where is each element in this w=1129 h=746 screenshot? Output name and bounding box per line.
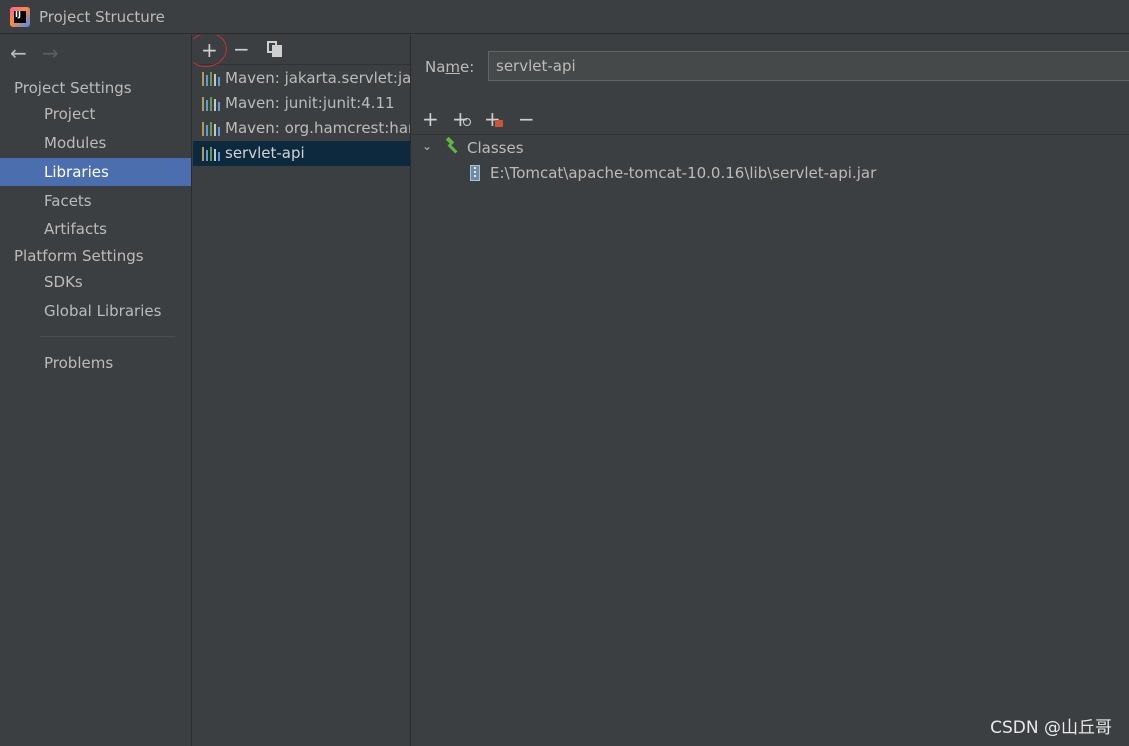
library-item-label: Maven: junit:junit:4.11 [225,94,395,112]
library-item-selected[interactable]: servlet-api [193,141,410,166]
add-root-button[interactable]: + [422,108,439,130]
settings-sidebar: ← → Project Settings Project Modules Lib… [0,35,192,746]
hammer-icon [445,137,458,154]
add-other-button[interactable]: + [484,108,503,130]
libraries-toolbar: + − [193,35,410,71]
library-item[interactable]: Maven: junit:junit:4.11 [193,91,410,116]
sidebar-item-modules[interactable]: Modules [0,129,191,157]
sidebar-divider [40,336,175,337]
library-item-label: servlet-api [225,144,305,162]
jar-file-icon [470,165,480,181]
attach-file-icon [463,118,471,126]
platform-settings-header: Platform Settings [14,247,144,265]
name-label: Name: [425,58,475,76]
sidebar-item-sdks[interactable]: SDKs [0,268,191,296]
library-icon [202,147,220,161]
back-arrow-icon[interactable]: ← [10,41,27,65]
watermark: CSDN @山丘哥 [990,718,1112,738]
library-item[interactable]: Maven: jakarta.servlet:jakarta.servlet-a… [193,66,411,91]
remove-root-button[interactable]: − [518,108,535,130]
library-item-label: Maven: jakarta.servlet:jakarta.servlet-a… [225,69,411,87]
classes-toolbar: + + + − [412,105,1129,135]
sidebar-item-facets[interactable]: Facets [0,187,191,215]
sidebar-item-global-libraries[interactable]: Global Libraries [0,297,191,325]
library-item-label: Maven: org.hamcrest:hamcrest-core [225,119,410,137]
window-title: Project Structure [39,8,165,26]
sidebar-item-project[interactable]: Project [0,100,191,128]
intellij-logo-icon [10,7,30,27]
attach-files-button[interactable]: + [452,108,471,130]
library-item[interactable]: Maven: org.hamcrest:hamcrest-core [193,116,410,141]
libraries-panel: + − Maven: jakarta.servlet:jakarta.servl… [193,35,411,746]
sidebar-item-artifacts[interactable]: Artifacts [0,215,191,243]
remove-library-button[interactable]: − [233,39,250,59]
copy-icon[interactable] [267,41,283,57]
library-icon [202,97,220,111]
library-icon [202,72,220,86]
library-detail-panel: Name: servlet-api + + + − ⌄ Classes E:\T… [412,35,1129,746]
title-bar: Project Structure [0,0,1129,34]
library-icon [202,122,220,136]
add-library-button[interactable]: + [201,40,218,60]
tree-node-jar-path[interactable]: E:\Tomcat\apache-tomcat-10.0.16\lib\serv… [490,164,876,182]
sidebar-item-libraries[interactable]: Libraries [0,158,191,186]
forward-arrow-icon[interactable]: → [42,41,59,65]
library-name-input[interactable]: servlet-api [488,51,1129,81]
tree-node-classes[interactable]: Classes [467,139,524,157]
sidebar-item-problems[interactable]: Problems [0,349,191,377]
orange-badge-icon [495,120,503,127]
project-settings-header: Project Settings [14,79,132,97]
chevron-down-icon[interactable]: ⌄ [422,139,432,153]
